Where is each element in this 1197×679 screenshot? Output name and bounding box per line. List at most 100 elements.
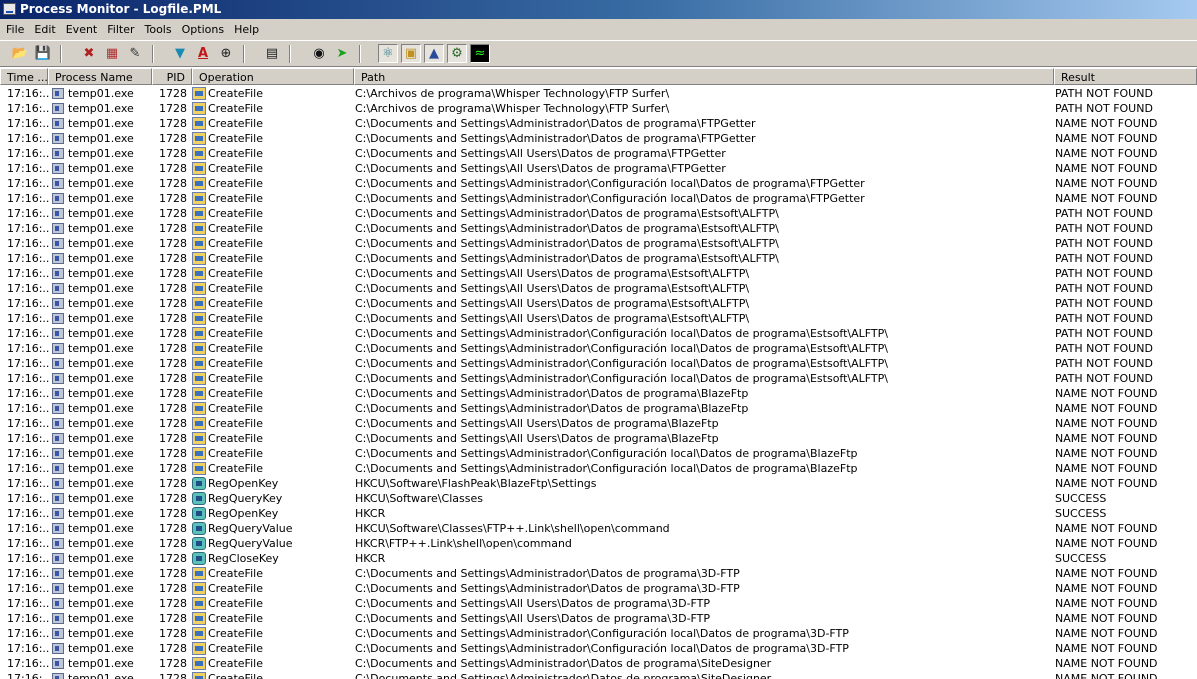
process-name: temp01.exe	[68, 462, 134, 475]
table-row[interactable]: 17:16:... temp01.exe 1728 CreateFile C:\Docu…	[0, 131, 1197, 146]
table-row[interactable]: 17:16:... temp01.exe 1728 CreateFile C:\Docu…	[0, 251, 1197, 266]
result-cell: PATH NOT FOUND	[1055, 237, 1153, 250]
table-row[interactable]: 17:16:... temp01.exe 1728 CreateFile C:\Arch…	[0, 101, 1197, 116]
table-row[interactable]: 17:16:... temp01.exe 1728 CreateFile C:\Docu…	[0, 146, 1197, 161]
column-result[interactable]: Result	[1054, 68, 1197, 85]
table-row[interactable]: 17:16:... temp01.exe 1728 RegQueryValue HKCU…	[0, 521, 1197, 536]
table-row[interactable]: 17:16:... temp01.exe 1728 RegOpenKey HKCR SUC…	[0, 506, 1197, 521]
table-row[interactable]: 17:16:... temp01.exe 1728 CreateFile C:\Docu…	[0, 221, 1197, 236]
table-row[interactable]: 17:16:... temp01.exe 1728 CreateFile C:\Docu…	[0, 116, 1197, 131]
path-cell: C:\Documents and Settings\Administrador\…	[355, 222, 779, 235]
table-row[interactable]: 17:16:... temp01.exe 1728 CreateFile C:\Docu…	[0, 281, 1197, 296]
table-row[interactable]: 17:16:... temp01.exe 1728 CreateFile C:\Docu…	[0, 326, 1197, 341]
table-row[interactable]: 17:16:... temp01.exe 1728 CreateFile C:\Docu…	[0, 431, 1197, 446]
open-icon[interactable]: 📂	[10, 44, 30, 63]
process-icon	[52, 283, 64, 294]
table-row[interactable]: 17:16:... temp01.exe 1728 CreateFile C:\Docu…	[0, 191, 1197, 206]
process-name: temp01.exe	[68, 132, 134, 145]
event-list[interactable]: 17:16:... temp01.exe 1728 CreateFile C:\Arch…	[0, 86, 1197, 679]
highlight-icon[interactable]: A	[193, 44, 213, 63]
file-operation-icon	[192, 87, 206, 100]
clear-icon[interactable]: ✎	[125, 44, 145, 63]
file-activity-icon[interactable]: ▣	[401, 44, 421, 63]
table-row[interactable]: 17:16:... temp01.exe 1728 RegQueryKey HKCU\S…	[0, 491, 1197, 506]
table-row[interactable]: 17:16:... temp01.exe 1728 CreateFile C:\Docu…	[0, 371, 1197, 386]
result-cell: NAME NOT FOUND	[1055, 672, 1158, 679]
column-operation[interactable]: Operation	[192, 68, 354, 85]
process-icon	[52, 193, 64, 204]
menu-edit[interactable]: Edit	[29, 19, 60, 40]
table-row[interactable]: 17:16:... temp01.exe 1728 CreateFile C:\Docu…	[0, 641, 1197, 656]
table-row[interactable]: 17:16:... temp01.exe 1728 CreateFile C:\Docu…	[0, 161, 1197, 176]
profiling-icon[interactable]: ≈	[470, 44, 490, 63]
table-row[interactable]: 17:16:... temp01.exe 1728 CreateFile C:\Docu…	[0, 311, 1197, 326]
time-cell: 17:16:...	[7, 507, 50, 520]
menu-help[interactable]: Help	[229, 19, 264, 40]
table-row[interactable]: 17:16:... temp01.exe 1728 CreateFile C:\Docu…	[0, 671, 1197, 679]
table-row[interactable]: 17:16:... temp01.exe 1728 CreateFile C:\Docu…	[0, 206, 1197, 221]
table-row[interactable]: 17:16:... temp01.exe 1728 CreateFile C:\Docu…	[0, 296, 1197, 311]
menu-filter[interactable]: Filter	[102, 19, 139, 40]
process-icon	[52, 673, 64, 679]
table-row[interactable]: 17:16:... temp01.exe 1728 RegCloseKey HKCR SU…	[0, 551, 1197, 566]
table-row[interactable]: 17:16:... temp01.exe 1728 CreateFile C:\Docu…	[0, 581, 1197, 596]
table-row[interactable]: 17:16:... temp01.exe 1728 CreateFile C:\Docu…	[0, 461, 1197, 476]
network-activity-icon[interactable]: ▲	[424, 44, 444, 63]
table-row[interactable]: 17:16:... temp01.exe 1728 CreateFile C:\Docu…	[0, 596, 1197, 611]
save-icon[interactable]: 💾	[33, 44, 53, 63]
process-tree-icon[interactable]: ▤	[262, 44, 282, 63]
result-cell: PATH NOT FOUND	[1055, 342, 1153, 355]
table-row[interactable]: 17:16:... temp01.exe 1728 CreateFile C:\Docu…	[0, 611, 1197, 626]
menu-options[interactable]: Options	[177, 19, 229, 40]
operation-cell: RegOpenKey	[192, 476, 350, 491]
process-activity-icon[interactable]: ⚙	[447, 44, 467, 63]
result-cell: NAME NOT FOUND	[1055, 147, 1158, 160]
result-cell: NAME NOT FOUND	[1055, 162, 1158, 175]
registry-activity-icon[interactable]: ⚛	[378, 44, 398, 63]
jump-icon[interactable]: ➤	[332, 44, 352, 63]
filter-icon[interactable]: ▼	[170, 44, 190, 63]
column-pid[interactable]: PID	[152, 68, 192, 85]
result-cell: PATH NOT FOUND	[1055, 282, 1153, 295]
time-cell: 17:16:...	[7, 147, 50, 160]
table-row[interactable]: 17:16:... temp01.exe 1728 CreateFile C:\Docu…	[0, 356, 1197, 371]
file-operation-icon	[192, 672, 206, 679]
time-cell: 17:16:...	[7, 387, 50, 400]
table-row[interactable]: 17:16:... temp01.exe 1728 CreateFile C:\Docu…	[0, 626, 1197, 641]
column-path[interactable]: Path	[354, 68, 1054, 85]
table-row[interactable]: 17:16:... temp01.exe 1728 CreateFile C:\Docu…	[0, 236, 1197, 251]
table-row[interactable]: 17:16:... temp01.exe 1728 CreateFile C:\Docu…	[0, 266, 1197, 281]
operation-name: RegQueryValue	[208, 537, 293, 550]
operation-cell: CreateFile	[192, 641, 350, 656]
process-name: temp01.exe	[68, 162, 134, 175]
table-row[interactable]: 17:16:... temp01.exe 1728 CreateFile C:\Docu…	[0, 341, 1197, 356]
table-row[interactable]: 17:16:... temp01.exe 1728 CreateFile C:\Docu…	[0, 566, 1197, 581]
table-row[interactable]: 17:16:... temp01.exe 1728 CreateFile C:\Docu…	[0, 401, 1197, 416]
table-row[interactable]: 17:16:... temp01.exe 1728 RegQueryValue HKCR…	[0, 536, 1197, 551]
operation-cell: CreateFile	[192, 326, 350, 341]
table-row[interactable]: 17:16:... temp01.exe 1728 CreateFile C:\Docu…	[0, 446, 1197, 461]
menu-event[interactable]: Event	[61, 19, 103, 40]
table-row[interactable]: 17:16:... temp01.exe 1728 CreateFile C:\Docu…	[0, 386, 1197, 401]
table-row[interactable]: 17:16:... temp01.exe 1728 CreateFile C:\Docu…	[0, 176, 1197, 191]
path-cell: HKCR	[355, 552, 386, 565]
pid-cell: 1728	[159, 612, 187, 625]
autoscroll-icon[interactable]: ▦	[102, 44, 122, 63]
target-icon[interactable]: ⊕	[216, 44, 236, 63]
table-row[interactable]: 17:16:... temp01.exe 1728 CreateFile C:\Arch…	[0, 86, 1197, 101]
capture-icon[interactable]: ✖	[79, 44, 99, 63]
column-process-name[interactable]: Process Name	[48, 68, 152, 85]
table-row[interactable]: 17:16:... temp01.exe 1728 CreateFile C:\Docu…	[0, 416, 1197, 431]
table-row[interactable]: 17:16:... temp01.exe 1728 RegOpenKey HKCU\So…	[0, 476, 1197, 491]
operation-name: CreateFile	[208, 597, 263, 610]
process-name: temp01.exe	[68, 402, 134, 415]
menu-tools[interactable]: Tools	[140, 19, 177, 40]
find-icon[interactable]: ◉	[309, 44, 329, 63]
file-operation-icon	[192, 312, 206, 325]
toolbar-separator	[289, 45, 291, 63]
process-icon	[52, 418, 64, 429]
menu-file[interactable]: File	[1, 19, 29, 40]
table-row[interactable]: 17:16:... temp01.exe 1728 CreateFile C:\Docu…	[0, 656, 1197, 671]
operation-cell: CreateFile	[192, 341, 350, 356]
column-time[interactable]: Time ...	[0, 68, 48, 85]
